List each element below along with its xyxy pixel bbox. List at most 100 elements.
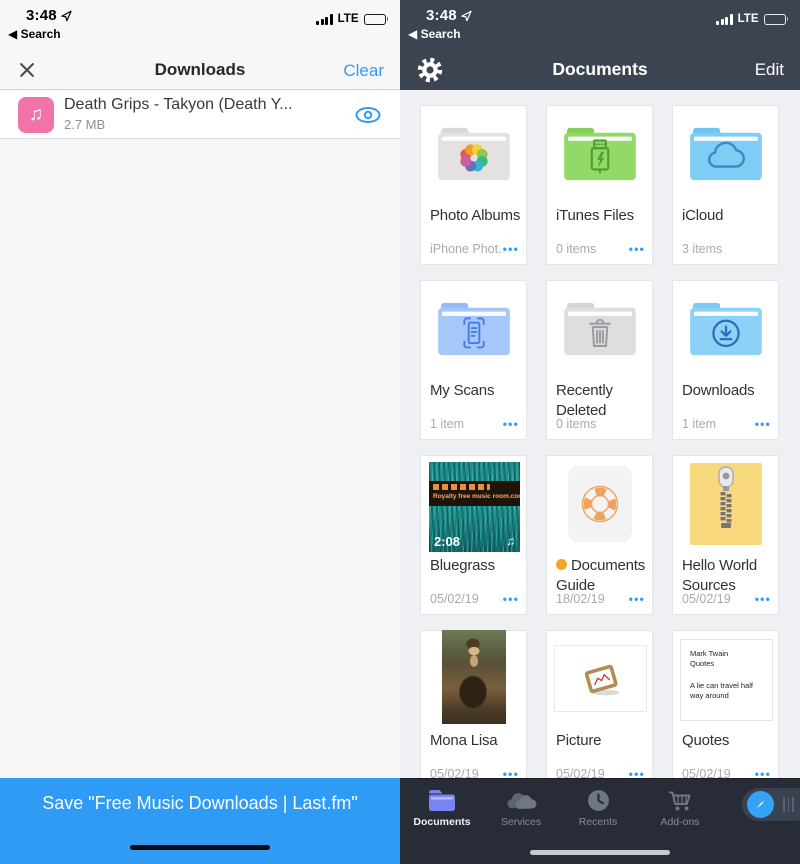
card-photo-albums[interactable]: Photo Albums iPhone Phot... ••• (420, 105, 527, 265)
lifebuoy-icon (547, 456, 652, 552)
back-to-search-button[interactable]: ◀ Search (8, 27, 61, 41)
edit-button[interactable]: Edit (755, 60, 784, 80)
more-icon[interactable]: ••• (503, 594, 519, 604)
signal-strength-icon (316, 14, 333, 25)
card-subtitle: 05/02/19 (682, 592, 731, 606)
clouds-icon (504, 788, 538, 813)
card-subtitle: 0 items (556, 417, 596, 431)
save-file-banner[interactable]: Save "Free Music Downloads | Last.fm" (0, 778, 400, 864)
battery-icon (764, 14, 789, 25)
clock-icon (586, 788, 611, 813)
cloud-folder-icon (673, 106, 778, 202)
card-title: Quotes (682, 731, 774, 751)
battery-icon (364, 14, 389, 25)
tab-documents[interactable]: Documents (404, 788, 480, 828)
preview-line: A lie can travel half way around (690, 681, 760, 700)
more-icon[interactable]: ••• (755, 419, 771, 429)
clear-button[interactable]: Clear (343, 61, 384, 81)
card-title: Photo Albums (430, 206, 522, 226)
home-indicator[interactable] (530, 850, 670, 855)
painting-thumbnail (421, 631, 526, 727)
text-document-preview: Mark Twain Quotes A lie can travel half … (680, 639, 773, 721)
preview-eye-icon[interactable] (354, 105, 382, 130)
audio-thumbnail: Royalty free music room.com 2:08 ♫ (429, 462, 520, 552)
downloads-header: 3:48 ◀ Search LTE (0, 0, 400, 90)
more-icon[interactable]: ••• (629, 594, 645, 604)
card-title: iCloud (682, 206, 774, 226)
card-my-scans[interactable]: My Scans 1 item ••• (420, 280, 527, 440)
documents-header: 3:48 ◀ Search LTE (400, 0, 800, 90)
card-downloads[interactable]: Downloads 1 item ••• (672, 280, 779, 440)
card-subtitle: 3 items (682, 242, 722, 256)
download-item-size: 2.7 MB (64, 117, 105, 132)
unread-dot-icon (556, 559, 567, 570)
location-arrow-icon (460, 9, 473, 22)
card-subtitle: 18/02/19 (556, 592, 605, 606)
location-arrow-icon (60, 9, 73, 22)
card-title: Bluegrass (430, 556, 522, 576)
card-subtitle: 0 items (556, 242, 596, 256)
compass-browser-icon[interactable] (747, 791, 774, 818)
folder-icon (427, 788, 457, 813)
card-subtitle: 1 item (430, 417, 464, 431)
album-art-text-band: Royalty free music room.com (429, 481, 520, 506)
card-title: iTunes Files (556, 206, 648, 226)
signal-strength-icon (716, 14, 733, 25)
drag-grip-icon (783, 797, 794, 812)
more-icon[interactable]: ••• (503, 244, 519, 254)
audio-duration: 2:08 (434, 534, 460, 549)
more-icon[interactable]: ••• (629, 244, 645, 254)
home-indicator[interactable] (130, 845, 270, 850)
card-subtitle: 05/02/19 (430, 592, 479, 606)
card-title: Picture (556, 731, 648, 751)
clock: 3:48 (26, 7, 57, 24)
card-title: Mona Lisa (430, 731, 522, 751)
status-bar-left: 3:48 ◀ Search LTE (0, 0, 400, 44)
more-icon[interactable]: ••• (503, 419, 519, 429)
cart-icon (667, 788, 694, 813)
clock: 3:48 (426, 7, 457, 24)
card-documents-guide[interactable]: Documents Guide 18/02/19 ••• (546, 455, 653, 615)
audio-file-icon: ♫ (18, 97, 54, 133)
carrier-label: LTE (338, 13, 359, 25)
dual-screenshot: 3:48 ◀ Search LTE (0, 0, 800, 864)
scan-folder-icon (421, 281, 526, 377)
preview-line: Mark Twain Quotes (690, 649, 742, 668)
card-title: Hello World Sources (682, 556, 774, 595)
card-bluegrass[interactable]: Royalty free music room.com 2:08 ♫ Blueg… (420, 455, 527, 615)
card-picture[interactable]: Picture 05/02/19 ••• (546, 630, 653, 790)
card-hello-world-sources[interactable]: Hello World Sources 05/02/19 ••• (672, 455, 779, 615)
status-bar-right: 3:48 ◀ Search LTE (400, 0, 800, 44)
browser-pill[interactable] (742, 788, 800, 821)
tab-recents[interactable]: Recents (560, 788, 636, 828)
documents-app-panel: 3:48 ◀ Search LTE (400, 0, 800, 864)
tab-add-ons[interactable]: Add-ons (640, 788, 720, 828)
card-mona-lisa[interactable]: Mona Lisa 05/02/19 ••• (420, 630, 527, 790)
card-quotes[interactable]: Mark Twain Quotes A lie can travel half … (672, 630, 779, 790)
more-icon[interactable]: ••• (755, 594, 771, 604)
safari-downloads-panel: 3:48 ◀ Search LTE (0, 0, 400, 864)
download-item-title: Death Grips - Takyon (Death Y... (64, 96, 336, 114)
framed-picture-icon (554, 645, 647, 712)
card-title: Recently Deleted (556, 381, 648, 420)
carrier-label: LTE (738, 13, 759, 25)
card-subtitle: iPhone Phot... (430, 242, 503, 256)
card-title: My Scans (430, 381, 522, 401)
save-file-banner-label: Save "Free Music Downloads | Last.fm" (0, 793, 400, 814)
music-note-icon: ♫ (506, 534, 515, 548)
download-folder-icon (673, 281, 778, 377)
downloads-title: Downloads (0, 60, 400, 80)
documents-title: Documents (400, 59, 800, 80)
card-icloud[interactable]: iCloud 3 items (672, 105, 779, 265)
usb-folder-icon (547, 106, 652, 202)
back-to-search-button[interactable]: ◀ Search (408, 27, 461, 41)
download-item-row[interactable]: ♫ Death Grips - Takyon (Death Y... 2.7 M… (0, 91, 400, 139)
card-recently-deleted[interactable]: Recently Deleted 0 items (546, 280, 653, 440)
photos-folder-icon (421, 106, 526, 202)
card-title: Downloads (682, 381, 774, 401)
zip-archive-icon (673, 456, 778, 552)
card-itunes-files[interactable]: iTunes Files 0 items ••• (546, 105, 653, 265)
trash-folder-icon (547, 281, 652, 377)
card-title-with-badge: Documents Guide (556, 556, 648, 595)
tab-services[interactable]: Services (484, 788, 558, 828)
